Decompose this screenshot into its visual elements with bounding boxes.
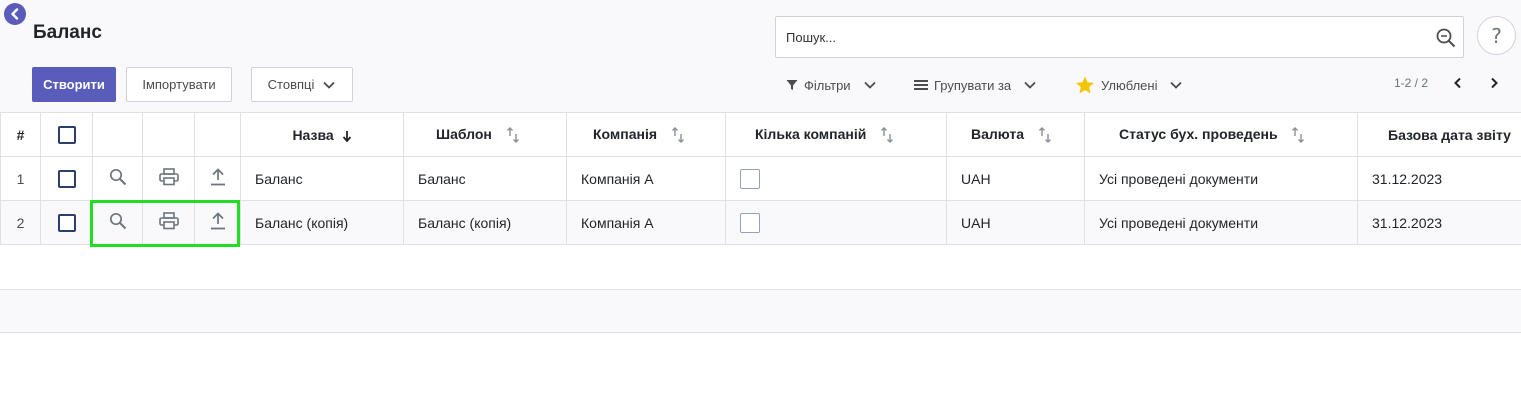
column-header-base-date-label: Базова дата звіту: [1388, 126, 1511, 143]
cell-multi-company: [725, 200, 947, 245]
multi-company-checkbox[interactable]: [740, 212, 760, 233]
sort-icon: [881, 127, 894, 144]
cell-template: Баланс: [403, 156, 567, 201]
view-button[interactable]: [92, 156, 143, 201]
favorites-dropdown[interactable]: Улюблені: [1075, 73, 1183, 97]
column-header-base-date[interactable]: Базова дата звіту: [1357, 112, 1521, 157]
magnifier-icon: [109, 168, 126, 186]
export-button[interactable]: [194, 156, 241, 201]
columns-dropdown[interactable]: Стовпці: [251, 67, 353, 102]
column-header-multi-company-label: Кілька компаній: [755, 125, 867, 142]
group-by-dropdown[interactable]: Групувати за: [914, 73, 1037, 97]
sort-icon: [671, 127, 684, 144]
cell-name: Баланс: [240, 156, 404, 201]
row-select-cell[interactable]: [40, 200, 93, 245]
chevron-left-icon: [1454, 77, 1461, 89]
upload-icon: [210, 168, 225, 186]
cell-posting-status: Усі проведені документи: [1084, 156, 1358, 201]
table-row[interactable]: 1 Баланс Баланс Компанія А UAH Усі прове…: [0, 156, 1521, 201]
pager-next-button[interactable]: [1487, 74, 1501, 92]
search-icon[interactable]: [1435, 27, 1457, 49]
group-by-label: Групувати за: [934, 77, 1012, 93]
row-select-cell[interactable]: [40, 156, 93, 201]
multi-company-checkbox[interactable]: [740, 168, 760, 189]
column-header-posting-status-label: Статус бух. проведень: [1119, 125, 1278, 142]
star-icon: [1076, 76, 1094, 93]
column-header-posting-status[interactable]: Статус бух. проведень: [1084, 112, 1358, 157]
chevron-down-icon: [1024, 81, 1036, 89]
chevron-right-icon: [1491, 77, 1498, 89]
chevron-left-icon: [11, 8, 19, 20]
create-button[interactable]: Створити: [32, 67, 116, 102]
upload-icon: [210, 212, 225, 230]
cell-base-date: 31.12.2023: [1357, 156, 1521, 201]
magnifier-icon: [109, 212, 126, 230]
cell-multi-company: [725, 156, 947, 201]
cell-name: Баланс (копія): [240, 200, 404, 245]
table-row[interactable]: 2 Баланс (копія) Баланс (копія) Компанія…: [0, 200, 1521, 245]
pager-value[interactable]: 1-2 / 2: [1394, 76, 1428, 90]
list-icon: [914, 80, 928, 90]
chevron-down-icon: [863, 81, 876, 89]
column-header-number: #: [0, 112, 41, 157]
cell-template: Баланс (копія): [403, 200, 567, 245]
column-header-currency-label: Валюта: [971, 125, 1025, 142]
search-box: [775, 16, 1464, 58]
row-checkbox[interactable]: [57, 213, 76, 232]
printer-icon: [158, 168, 179, 186]
row-number: 1: [0, 156, 41, 201]
column-header-company-label: Компанія: [593, 125, 658, 142]
table-header: # Назва Шаблон Компанія Кілька компаній: [0, 112, 1521, 157]
column-header-template[interactable]: Шаблон: [403, 112, 567, 157]
sort-down-icon: [342, 130, 351, 143]
printer-icon: [158, 212, 179, 230]
row-checkbox[interactable]: [57, 169, 76, 188]
column-header-currency[interactable]: Валюта: [946, 112, 1085, 157]
cell-currency: UAH: [946, 200, 1085, 245]
cell-company: Компанія А: [566, 200, 726, 245]
filters-dropdown[interactable]: Фільтри: [786, 73, 877, 97]
favorites-label: Улюблені: [1101, 77, 1158, 93]
cell-currency: UAH: [946, 156, 1085, 201]
list-footer-band: [0, 289, 1521, 333]
control-panel: Баланс Створити Імпортувати Стовпці ? Фі…: [0, 0, 1521, 112]
chevron-down-icon: [323, 81, 335, 89]
cell-company: Компанія А: [566, 156, 726, 201]
column-header-template-label: Шаблон: [436, 125, 492, 142]
search-input[interactable]: [786, 27, 1426, 47]
action-column-header: [142, 112, 195, 157]
column-header-name-label: Назва: [292, 126, 334, 143]
export-button[interactable]: [194, 200, 241, 245]
view-button[interactable]: [92, 200, 143, 245]
sort-icon: [506, 127, 519, 144]
cell-base-date: 31.12.2023: [1357, 200, 1521, 245]
print-button[interactable]: [142, 156, 195, 201]
page-title: Баланс: [33, 22, 102, 43]
select-all-cell[interactable]: [40, 112, 93, 157]
column-header-company[interactable]: Компанія: [566, 112, 726, 157]
row-number: 2: [0, 200, 41, 245]
filter-icon: [786, 80, 798, 90]
sort-icon: [1292, 127, 1305, 144]
column-header-multi-company[interactable]: Кілька компаній: [725, 112, 947, 157]
action-column-header: [92, 112, 143, 157]
reports-table: # Назва Шаблон Компанія Кілька компаній: [0, 112, 1521, 245]
filters-label: Фільтри: [804, 77, 851, 93]
action-column-header: [194, 112, 241, 157]
pager-previous-button[interactable]: [1451, 74, 1465, 92]
sort-icon: [1038, 127, 1051, 144]
print-button[interactable]: [142, 200, 195, 245]
column-header-name[interactable]: Назва: [240, 112, 404, 157]
import-button[interactable]: Імпортувати: [126, 67, 232, 102]
columns-label: Стовпці: [267, 77, 315, 92]
help-button[interactable]: ?: [1477, 16, 1516, 55]
cell-posting-status: Усі проведені документи: [1084, 200, 1358, 245]
back-button[interactable]: [4, 3, 26, 25]
select-all-checkbox[interactable]: [57, 125, 76, 144]
chevron-down-icon: [1170, 81, 1183, 89]
